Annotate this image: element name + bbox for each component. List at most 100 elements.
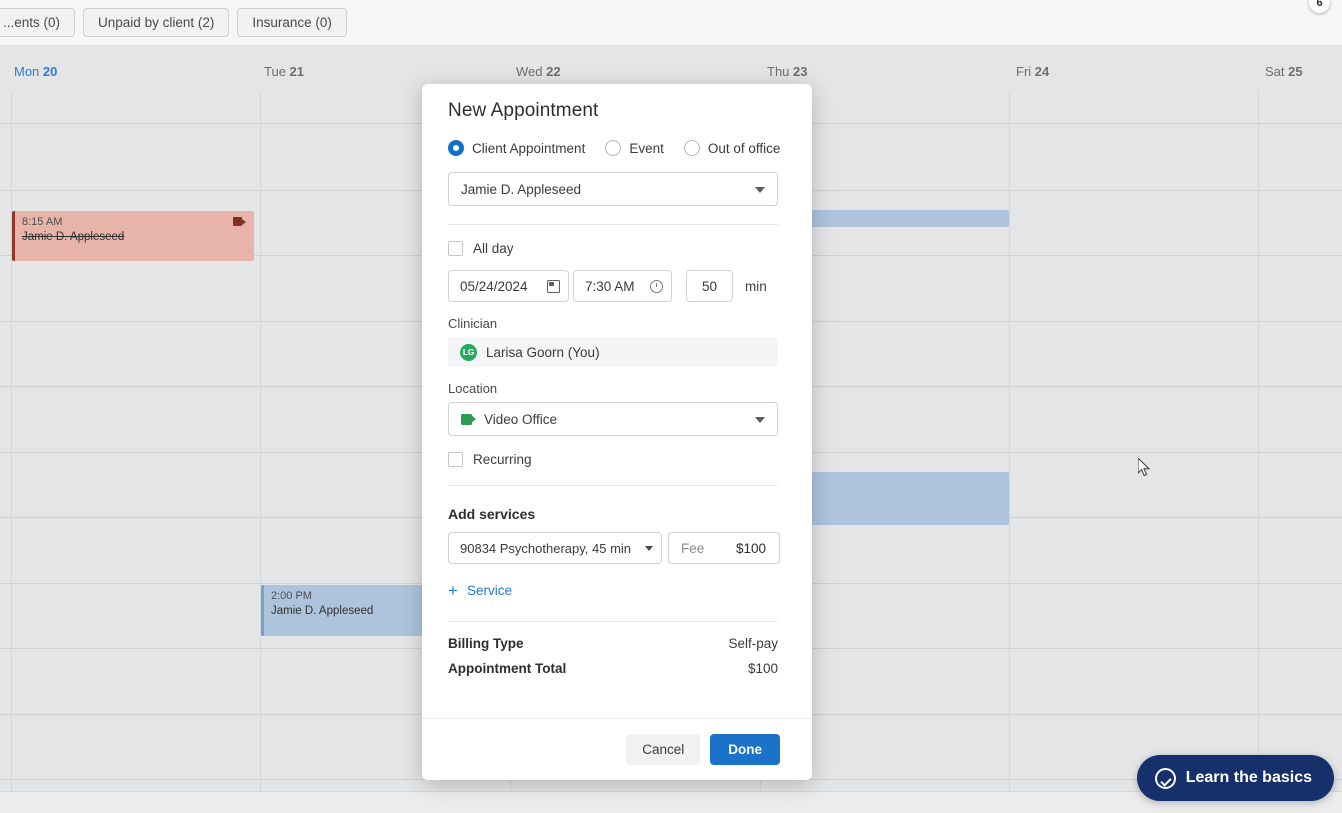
- chevron-down-icon: [755, 187, 765, 193]
- client-select[interactable]: Jamie D. Appleseed: [448, 172, 778, 206]
- appointment-total-label: Appointment Total: [448, 661, 566, 676]
- divider: [448, 485, 778, 486]
- recurring-checkbox[interactable]: [448, 452, 463, 467]
- client-select-value: Jamie D. Appleseed: [461, 182, 581, 197]
- event-time: 2:00 PM: [271, 590, 417, 604]
- day-header[interactable]: Sat 25: [1265, 64, 1303, 79]
- chevron-down-icon: [645, 546, 653, 551]
- cancel-button[interactable]: Cancel: [626, 734, 700, 765]
- mouse-cursor: [1138, 458, 1152, 478]
- appointment-total-row: Appointment Total $100: [448, 661, 778, 676]
- day-number: 22: [546, 64, 560, 79]
- appointment-total-value: $100: [748, 661, 778, 676]
- radio-icon[interactable]: [448, 140, 464, 156]
- day-of-week: Wed: [516, 64, 543, 79]
- location-label: Location: [448, 381, 786, 396]
- appointment-type-radio[interactable]: Out of office: [684, 140, 781, 156]
- learn-the-basics-label: Learn the basics: [1186, 769, 1312, 787]
- recurring-label: Recurring: [473, 452, 532, 467]
- day-header[interactable]: Wed 22: [516, 64, 561, 79]
- plus-icon: +: [448, 582, 458, 599]
- duration-unit-label: min: [745, 279, 767, 294]
- chevron-down-icon: [755, 417, 765, 423]
- calendar-icon[interactable]: [547, 280, 560, 293]
- day-header[interactable]: Mon 20: [14, 64, 57, 79]
- appointment-type-label: Event: [629, 141, 664, 156]
- day-header[interactable]: Tue 21: [264, 64, 304, 79]
- video-camera-icon: [461, 414, 476, 425]
- add-service-link[interactable]: + Service: [448, 582, 786, 599]
- clock-icon[interactable]: [650, 280, 663, 293]
- duration-value: 50: [702, 279, 717, 294]
- modal-body: New Appointment Client Appointment Event O…: [422, 84, 812, 676]
- billing-type-row: Billing Type Self-pay: [448, 636, 778, 651]
- radio-icon[interactable]: [605, 140, 621, 156]
- billing-type-value: Self-pay: [728, 636, 778, 651]
- add-service-label: Service: [467, 583, 512, 598]
- avatar: LG: [460, 344, 477, 361]
- app-footer: [0, 791, 1342, 813]
- day-header[interactable]: Fri 24: [1016, 64, 1049, 79]
- time-field[interactable]: 7:30 AM: [573, 270, 672, 302]
- appointment-type-label: Client Appointment: [472, 141, 585, 156]
- appointment-calendar-app: ...ents (0) Unpaid by client (2) Insurance…: [0, 0, 1342, 813]
- done-button[interactable]: Done: [710, 734, 780, 765]
- grid-column-line: [11, 92, 12, 792]
- all-day-label: All day: [473, 241, 514, 256]
- fee-field[interactable]: Fee $100: [668, 532, 780, 564]
- all-day-checkbox-row[interactable]: All day: [448, 241, 786, 256]
- service-select[interactable]: 90834 Psychotherapy, 45 min: [448, 532, 662, 564]
- location-value: Video Office: [484, 412, 557, 427]
- clinician-name: Larisa Goorn (You): [486, 345, 600, 360]
- grid-column-line: [1258, 92, 1259, 792]
- date-field[interactable]: 05/24/2024: [448, 270, 569, 302]
- day-number: 25: [1288, 64, 1302, 79]
- day-number: 21: [290, 64, 304, 79]
- day-header[interactable]: Thu 23: [767, 64, 808, 79]
- filter-tab[interactable]: ...ents (0): [0, 8, 75, 37]
- appointment-type-label: Out of office: [708, 141, 781, 156]
- filter-tab[interactable]: Insurance (0): [237, 8, 347, 37]
- day-number: 24: [1035, 64, 1049, 79]
- grid-column-line: [260, 92, 261, 792]
- location-select[interactable]: Video Office: [448, 402, 778, 436]
- day-of-week: Fri: [1016, 64, 1031, 79]
- all-day-checkbox[interactable]: [448, 241, 463, 256]
- event-time: 8:15 AM: [22, 216, 248, 230]
- check-circle-icon: [1155, 768, 1176, 789]
- day-of-week: Thu: [767, 64, 789, 79]
- day-of-week: Sat: [1265, 64, 1285, 79]
- filter-tab-bar: ...ents (0) Unpaid by client (2) Insurance…: [0, 0, 1342, 46]
- time-value: 7:30 AM: [585, 279, 635, 294]
- fee-value: $100: [736, 541, 766, 556]
- date-value: 05/24/2024: [460, 279, 528, 294]
- billing-type-label: Billing Type: [448, 636, 524, 651]
- learn-the-basics-button[interactable]: Learn the basics: [1137, 755, 1334, 801]
- duration-field[interactable]: 50: [686, 270, 733, 302]
- service-select-value: 90834 Psychotherapy, 45 min: [460, 541, 631, 556]
- divider: [448, 224, 778, 225]
- new-appointment-modal: New Appointment Client Appointment Event O…: [422, 84, 812, 780]
- day-number: 20: [43, 64, 57, 79]
- day-of-week: Mon: [14, 64, 39, 79]
- radio-icon[interactable]: [684, 140, 700, 156]
- filter-tab[interactable]: Unpaid by client (2): [83, 8, 229, 37]
- divider: [448, 621, 778, 622]
- appointment-type-radio-group: Client Appointment Event Out of office: [448, 140, 786, 156]
- datetime-row: 05/24/2024 7:30 AM 50 min: [448, 270, 786, 302]
- appointment-type-radio[interactable]: Event: [605, 140, 664, 156]
- event-client-name: Jamie D. Appleseed: [22, 230, 248, 244]
- calendar-event[interactable]: 8:15 AMJamie D. Appleseed: [12, 211, 254, 261]
- modal-title: New Appointment: [448, 84, 786, 122]
- appointment-type-radio[interactable]: Client Appointment: [448, 140, 585, 156]
- clinician-label: Clinician: [448, 316, 786, 331]
- grid-column-line: [1009, 92, 1010, 792]
- modal-footer: Cancel Done: [422, 718, 812, 780]
- day-of-week: Tue: [264, 64, 286, 79]
- calendar-event[interactable]: 2:00 PMJamie D. Appleseed: [261, 585, 423, 636]
- add-services-heading: Add services: [448, 506, 786, 522]
- services-row: 90834 Psychotherapy, 45 min Fee $100: [448, 532, 786, 564]
- fee-label: Fee: [681, 541, 704, 556]
- event-client-name: Jamie D. Appleseed: [271, 604, 417, 618]
- recurring-checkbox-row[interactable]: Recurring: [448, 452, 786, 467]
